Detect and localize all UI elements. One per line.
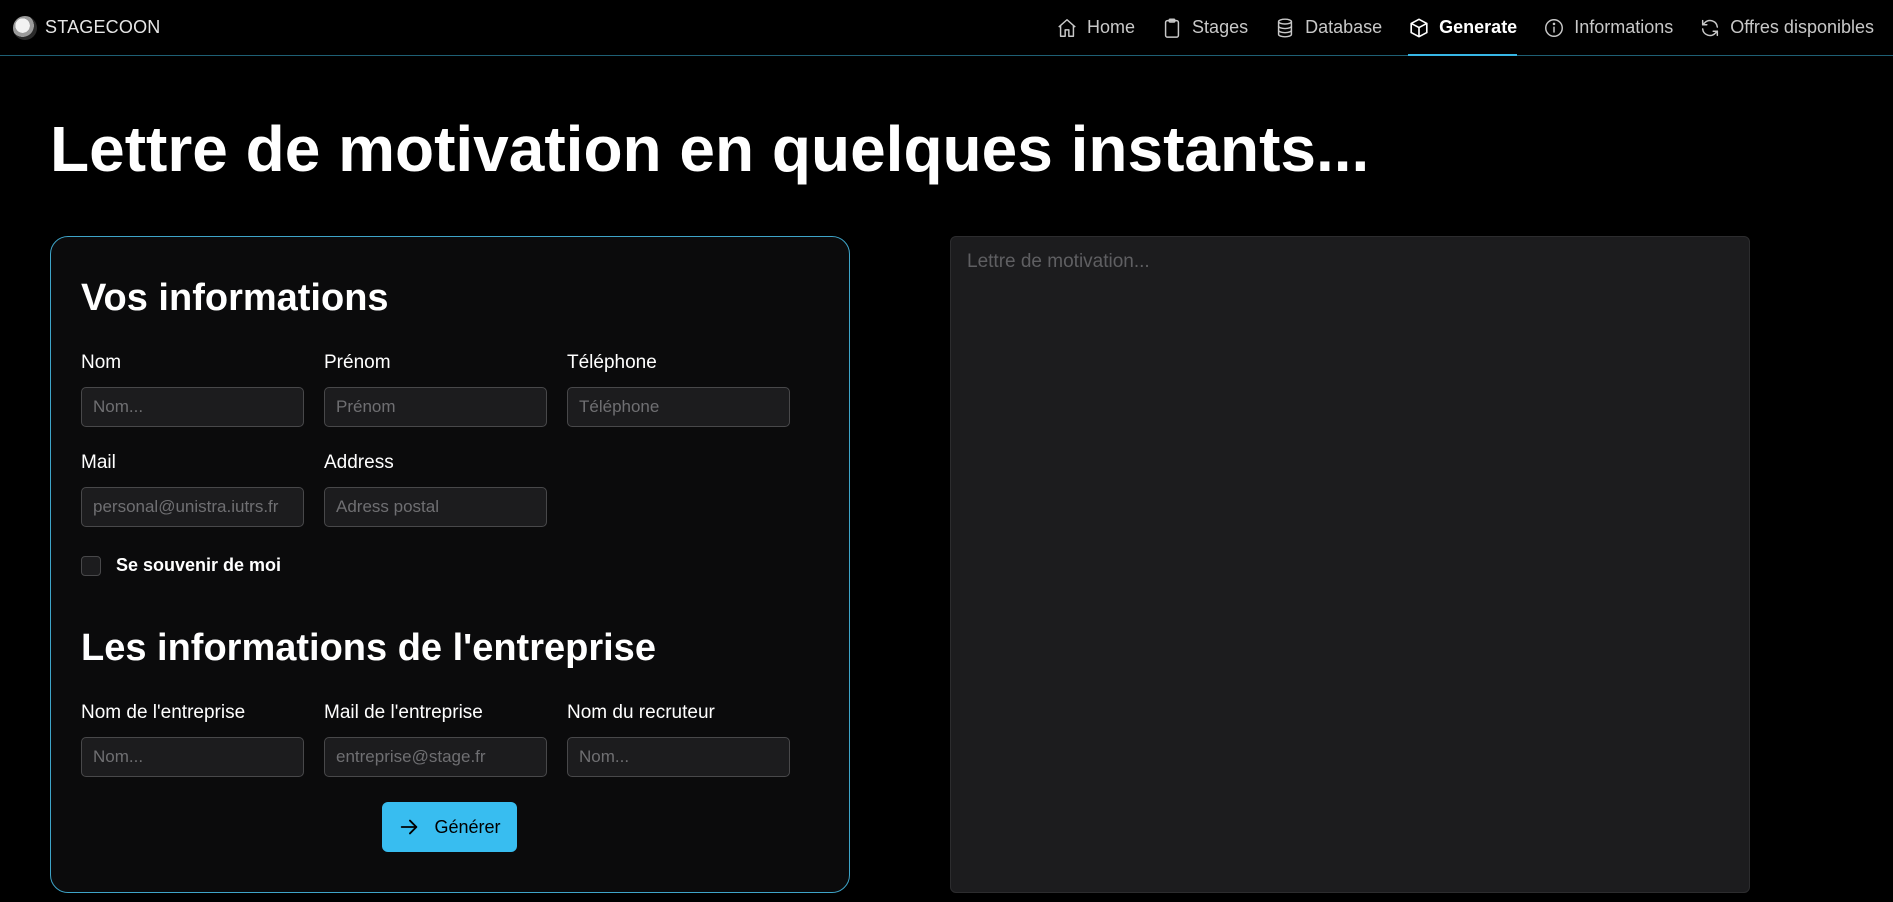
nav-item-informations[interactable]: Informations bbox=[1530, 0, 1686, 55]
nav-item-label: Database bbox=[1305, 17, 1383, 37]
info-icon bbox=[1545, 18, 1564, 37]
mail-field: Mail bbox=[81, 451, 304, 527]
remember-checkbox[interactable] bbox=[81, 555, 101, 576]
company-mail-input[interactable] bbox=[324, 737, 547, 777]
recruiter-input[interactable] bbox=[567, 737, 790, 777]
generate-button-label: Générer bbox=[434, 816, 501, 837]
mail-label: Mail bbox=[81, 452, 116, 473]
company-name-label: Nom de l'entreprise bbox=[81, 702, 246, 723]
nav-menu: Home Stages Database Generate Informatio… bbox=[1043, 0, 1893, 56]
company-section-title: Les informations de l'entreprise bbox=[81, 627, 656, 669]
page-title: Lettre de motivation en quelques instant… bbox=[50, 113, 1370, 185]
address-label: Address bbox=[324, 452, 394, 473]
telephone-field: Téléphone bbox=[567, 351, 790, 427]
telephone-label: Téléphone bbox=[567, 352, 657, 373]
remember-label: Se souvenir de moi bbox=[116, 555, 282, 575]
nav-item-offres[interactable]: Offres disponibles bbox=[1686, 0, 1887, 55]
nav-item-label: Offres disponibles bbox=[1730, 17, 1874, 37]
letter-textarea[interactable] bbox=[950, 236, 1750, 893]
mail-input[interactable] bbox=[81, 487, 304, 527]
nom-field: Nom bbox=[81, 351, 304, 427]
brand[interactable]: STAGECOON bbox=[0, 0, 160, 55]
company-name-input[interactable] bbox=[81, 737, 304, 777]
refresh-icon bbox=[1702, 19, 1719, 36]
nav-item-database[interactable]: Database bbox=[1261, 0, 1395, 55]
top-navbar: STAGECOON Home Stages Database Generate … bbox=[0, 0, 1893, 56]
nav-item-label: Informations bbox=[1574, 17, 1674, 37]
raccoon-logo-icon bbox=[13, 15, 37, 40]
prenom-field: Prénom bbox=[324, 351, 547, 427]
nom-input[interactable] bbox=[81, 387, 304, 427]
brand-name: STAGECOON bbox=[45, 17, 161, 37]
prenom-input[interactable] bbox=[324, 387, 547, 427]
personal-section-title: Vos informations bbox=[81, 277, 389, 319]
prenom-label: Prénom bbox=[324, 352, 391, 373]
nom-label: Nom bbox=[81, 352, 122, 373]
generate-button[interactable]: Générer bbox=[382, 802, 517, 852]
clipboard-icon bbox=[1164, 18, 1180, 38]
form-card: Vos informations Nom Prénom Téléphone Ma… bbox=[50, 236, 850, 893]
nav-item-label: Home bbox=[1087, 17, 1136, 37]
home-icon bbox=[1058, 18, 1076, 37]
database-icon bbox=[1277, 17, 1293, 38]
recruiter-label: Nom du recruteur bbox=[567, 702, 715, 723]
cube-icon bbox=[1410, 17, 1428, 38]
nav-item-label: Generate bbox=[1439, 17, 1518, 37]
telephone-input[interactable] bbox=[567, 387, 790, 427]
company-name-field: Nom de l'entreprise bbox=[81, 701, 304, 777]
address-field: Address bbox=[324, 451, 547, 527]
address-input[interactable] bbox=[324, 487, 547, 527]
remember-me[interactable]: Se souvenir de moi bbox=[81, 555, 281, 576]
nav-item-label: Stages bbox=[1192, 17, 1249, 37]
recruiter-field: Nom du recruteur bbox=[567, 701, 790, 777]
nav-item-home[interactable]: Home bbox=[1043, 0, 1148, 55]
nav-item-stages[interactable]: Stages bbox=[1148, 0, 1261, 55]
company-mail-label: Mail de l'entreprise bbox=[324, 702, 483, 723]
company-mail-field: Mail de l'entreprise bbox=[324, 701, 547, 777]
nav-item-generate[interactable]: Generate bbox=[1395, 0, 1530, 56]
arrow-right-icon bbox=[401, 819, 418, 835]
